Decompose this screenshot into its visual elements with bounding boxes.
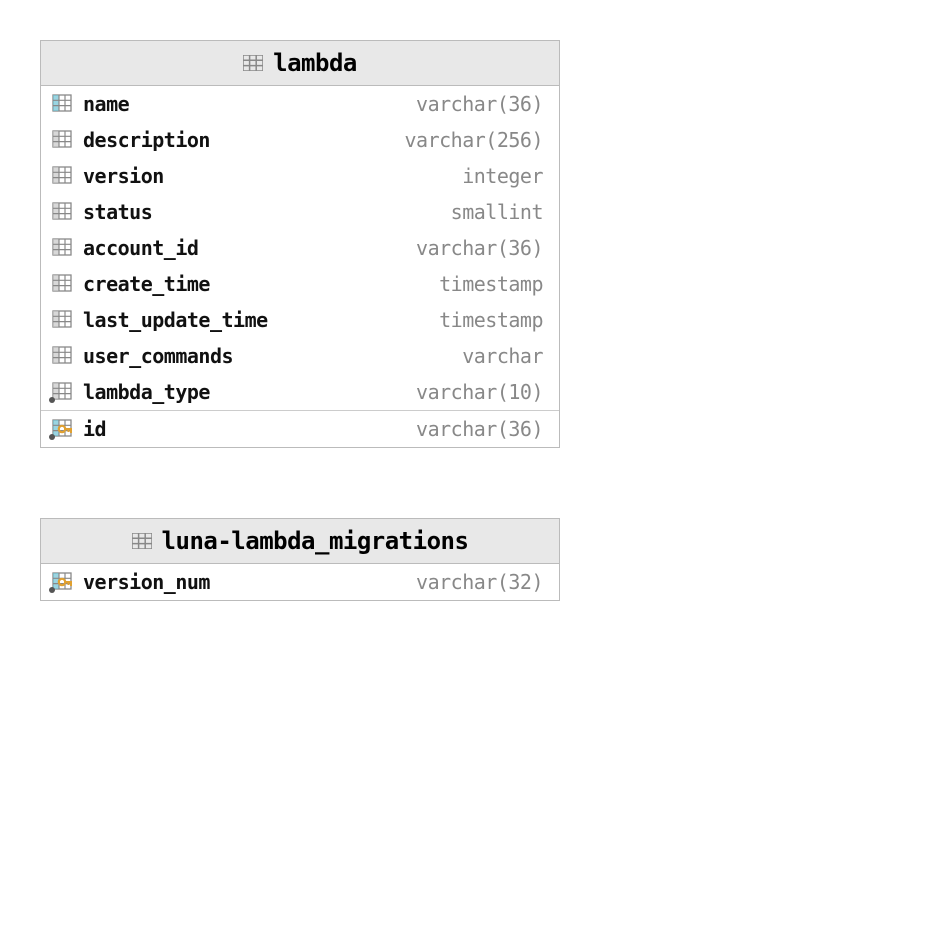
- not-null-dot-icon: [49, 587, 55, 593]
- primary-key-icon: [51, 572, 73, 592]
- table-grid-icon: [132, 533, 152, 549]
- table-header: lambda: [41, 41, 559, 86]
- tables-container: lambda name varchar(36) description varcha…: [40, 40, 910, 671]
- table-name: lambda: [273, 49, 357, 77]
- not-null-dot-icon: [49, 434, 55, 440]
- column-name: id: [83, 417, 106, 441]
- column-row: account_id varchar(36): [41, 230, 559, 266]
- column-row: version_num varchar(32): [41, 564, 559, 600]
- column-name: create_time: [83, 272, 210, 296]
- column-type: integer: [462, 164, 543, 188]
- column-row: create_time timestamp: [41, 266, 559, 302]
- column-row: user_commands varchar: [41, 338, 559, 374]
- column-type: timestamp: [439, 308, 543, 332]
- column-name: user_commands: [83, 344, 233, 368]
- column-icon: [51, 238, 73, 258]
- column-name: account_id: [83, 236, 198, 260]
- primary-key-icon: [51, 419, 73, 439]
- column-row: last_update_time timestamp: [41, 302, 559, 338]
- column-row: description varchar(256): [41, 122, 559, 158]
- column-name: name: [83, 92, 129, 116]
- column-type: varchar(36): [416, 236, 543, 260]
- column-icon: [51, 274, 73, 294]
- db-table: lambda name varchar(36) description varcha…: [40, 40, 560, 448]
- column-icon: [51, 94, 73, 114]
- column-icon: [51, 166, 73, 186]
- table-grid-icon: [243, 55, 263, 71]
- column-row: version integer: [41, 158, 559, 194]
- column-type: varchar(36): [416, 417, 543, 441]
- table-header: luna-lambda_migrations: [41, 519, 559, 564]
- column-row: id varchar(36): [41, 410, 559, 447]
- column-type: varchar: [462, 344, 543, 368]
- column-type: varchar(36): [416, 92, 543, 116]
- column-name: status: [83, 200, 152, 224]
- column-row: name varchar(36): [41, 86, 559, 122]
- column-type: varchar(32): [416, 570, 543, 594]
- column-icon: [51, 346, 73, 366]
- table-name: luna-lambda_migrations: [162, 527, 469, 555]
- column-name: version_num: [83, 570, 210, 594]
- column-type: varchar(256): [405, 128, 544, 152]
- column-icon: [51, 310, 73, 330]
- column-row: status smallint: [41, 194, 559, 230]
- column-type: timestamp: [439, 272, 543, 296]
- column-type: varchar(10): [416, 380, 543, 404]
- column-name: lambda_type: [83, 380, 210, 404]
- db-table: luna-lambda_migrations version_num varcha…: [40, 518, 560, 601]
- not-null-dot-icon: [49, 397, 55, 403]
- column-icon: [51, 382, 73, 402]
- column-name: description: [83, 128, 210, 152]
- column-row: lambda_type varchar(10): [41, 374, 559, 410]
- column-type: smallint: [451, 200, 543, 224]
- column-icon: [51, 130, 73, 150]
- column-icon: [51, 202, 73, 222]
- column-name: version: [83, 164, 164, 188]
- column-name: last_update_time: [83, 308, 268, 332]
